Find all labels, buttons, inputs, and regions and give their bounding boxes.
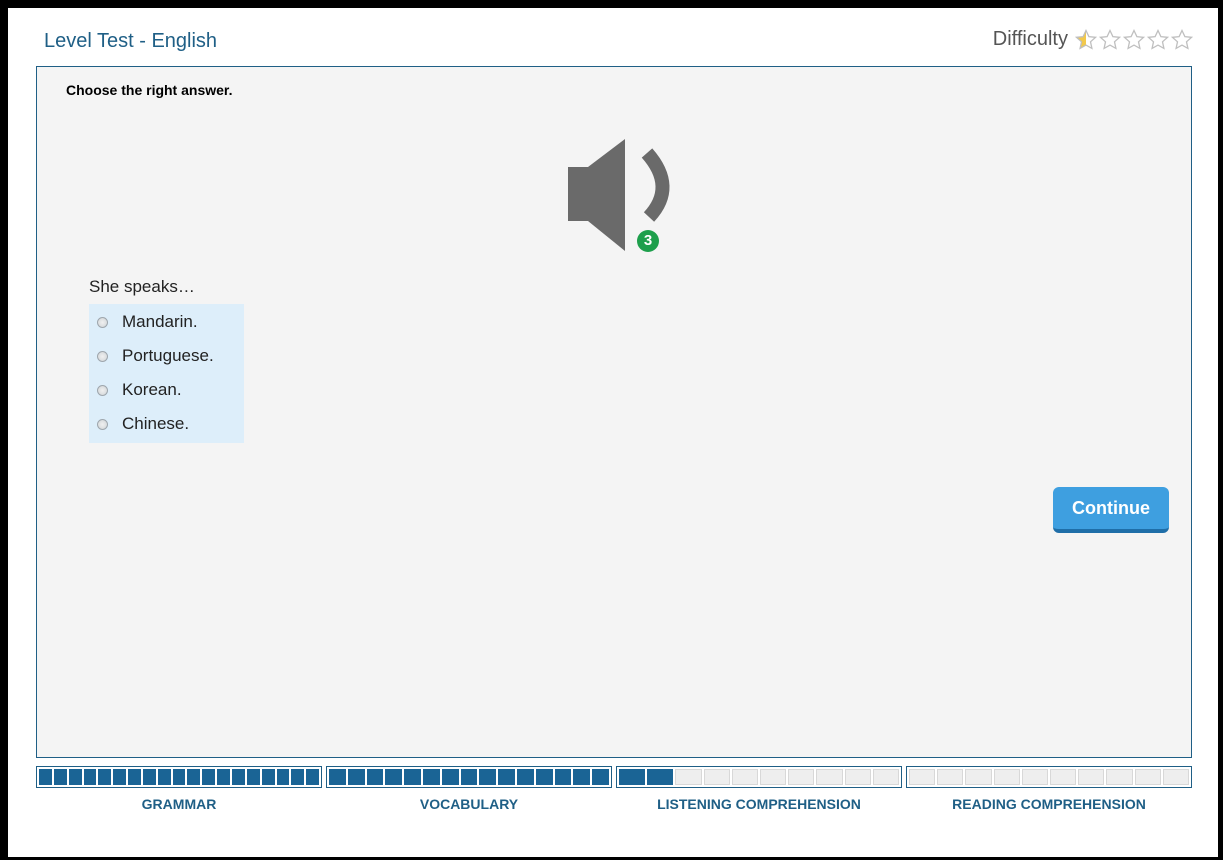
answer-option-portuguese[interactable]: Portuguese. <box>89 339 244 373</box>
answer-option-label: Portuguese. <box>122 346 214 365</box>
plays-remaining-badge: 3 <box>637 230 659 252</box>
progress-segment <box>937 769 964 785</box>
progress-segment <box>404 769 421 785</box>
progress-segment <box>479 769 497 785</box>
answer-option-label: Korean. <box>122 380 182 399</box>
progress-segment <box>844 769 871 785</box>
progress-segment <box>231 769 245 785</box>
progress-segment <box>385 769 403 785</box>
answer-option-chinese[interactable]: Chinese. <box>89 407 244 441</box>
progress-segment <box>53 769 67 785</box>
progress-segment <box>1162 769 1190 785</box>
progress-segment <box>1134 769 1161 785</box>
question-panel: Choose the right answer. 3 She speaks… M… <box>36 66 1192 758</box>
radio-button[interactable] <box>97 384 108 396</box>
progress-bar-vocabulary <box>326 766 612 788</box>
instruction-text: Choose the right answer. <box>66 82 233 98</box>
difficulty-label: Difficulty <box>992 28 1068 50</box>
section-label-grammar: GRAMMAR <box>141 796 217 812</box>
progress-segment <box>329 769 346 785</box>
star-icon <box>1075 28 1097 50</box>
progress-segment <box>1078 769 1105 785</box>
progress-segment <box>306 769 320 785</box>
progress-segment <box>872 769 900 785</box>
answer-option-label: Chinese. <box>122 414 190 433</box>
progress-segment <box>647 769 674 785</box>
answer-option-label: Mandarin. <box>122 312 198 331</box>
progress-segment <box>172 769 186 785</box>
star-icon <box>1123 28 1145 50</box>
difficulty-stars <box>1075 28 1193 51</box>
progress-segment <box>1050 769 1077 785</box>
section-labels: GRAMMAR VOCABULARY LISTENING COMPREHENSI… <box>36 796 1192 816</box>
progress-segment <box>460 769 478 785</box>
progress-bar-grammar <box>36 766 322 788</box>
progress-segment <box>291 769 305 785</box>
progress-segment <box>68 769 82 785</box>
progress-segment <box>554 769 572 785</box>
progress-segment <box>731 769 759 785</box>
progress-segment <box>113 769 127 785</box>
progress-segment <box>39 769 52 785</box>
progress-segment <box>760 769 787 785</box>
progress-segment <box>441 769 459 785</box>
progress-segment <box>993 769 1020 785</box>
continue-button[interactable]: Continue <box>1053 487 1169 533</box>
section-label-reading: READING COMPREHENSION <box>952 796 1146 812</box>
progress-bar-listening <box>616 766 902 788</box>
progress-segment <box>788 769 815 785</box>
progress-segment <box>276 769 290 785</box>
progress-segment <box>83 769 97 785</box>
radio-button[interactable] <box>97 418 108 430</box>
progress-segment <box>187 769 201 785</box>
star-icon <box>1099 28 1121 50</box>
progress-segment <box>703 769 730 785</box>
difficulty-rating: Difficulty <box>993 28 1193 51</box>
progress-segment <box>128 769 141 785</box>
section-label-listening: LISTENING COMPREHENSION <box>657 796 861 812</box>
progress-segment <box>157 769 171 785</box>
radio-button[interactable] <box>97 316 108 328</box>
progress-segment <box>535 769 553 785</box>
star-icon <box>1171 28 1193 50</box>
radio-button[interactable] <box>97 350 108 362</box>
progress-segment <box>347 769 365 785</box>
progress-segment <box>592 769 609 785</box>
page-title: Level Test - English <box>44 30 218 52</box>
progress-segment <box>98 769 112 785</box>
progress-segment <box>816 769 843 785</box>
question-prompt: She speaks… <box>89 277 195 296</box>
section-progress <box>36 766 1192 788</box>
progress-segment <box>422 769 440 785</box>
progress-segment <box>261 769 275 785</box>
progress-segment <box>142 769 156 785</box>
progress-segment <box>1021 769 1049 785</box>
progress-segment <box>202 769 216 785</box>
star-icon <box>1147 28 1169 50</box>
progress-segment <box>1106 769 1133 785</box>
section-label-vocabulary: VOCABULARY <box>419 796 519 812</box>
progress-segment <box>619 769 646 785</box>
progress-segment <box>909 769 936 785</box>
progress-segment <box>498 769 515 785</box>
answer-option-mandarin[interactable]: Mandarin. <box>89 305 244 339</box>
answer-options: Mandarin. Portuguese. Korean. Chinese. <box>89 304 244 443</box>
progress-bar-reading <box>906 766 1192 788</box>
progress-segment <box>246 769 260 785</box>
progress-segment <box>217 769 230 785</box>
progress-segment <box>675 769 702 785</box>
progress-segment <box>516 769 534 785</box>
progress-segment <box>965 769 992 785</box>
progress-segment <box>366 769 384 785</box>
progress-segment <box>573 769 591 785</box>
answer-option-korean[interactable]: Korean. <box>89 373 244 407</box>
